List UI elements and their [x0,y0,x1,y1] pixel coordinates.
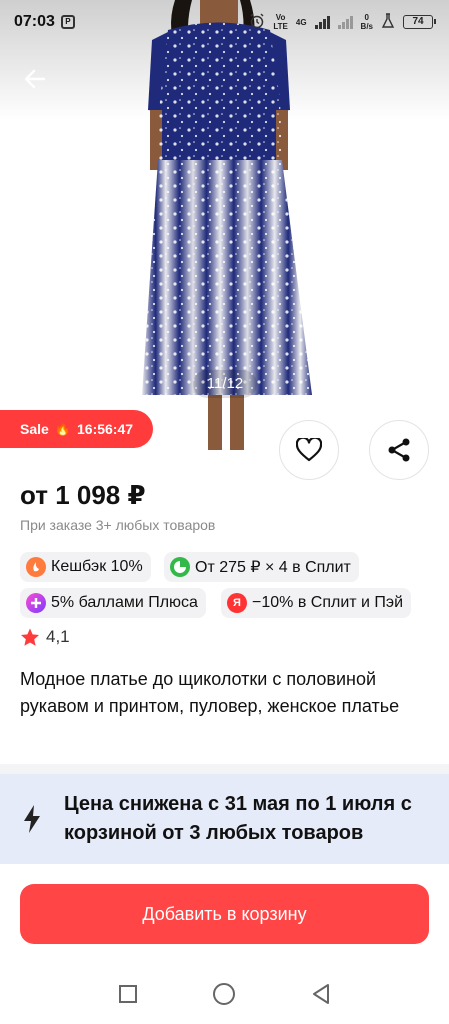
promo-text: Цена снижена с 31 мая по 1 июля с корзин… [64,793,412,844]
section-divider [0,764,449,774]
plus-points-chip[interactable]: 5% баллами Плюса [20,588,206,618]
product-image-gallery[interactable]: 11/12 [0,0,449,450]
split-icon [170,557,190,577]
square-icon [119,985,138,1003]
star-icon [21,628,39,646]
circle-icon [213,983,236,1005]
status-bar: 07:03 P Vo LTE 4G 0 B/s 74 [0,0,449,44]
product-price: от 1 098 ₽ [20,480,146,510]
share-button[interactable] [369,420,429,480]
triangle-back-icon [312,984,329,1004]
system-back-button[interactable] [306,979,336,1009]
add-to-cart-button[interactable]: Добавить в корзину [20,884,429,944]
share-icon [388,438,410,462]
plus-label: 5% баллами Плюса [51,594,198,611]
promo-banner: Цена снижена с 31 мая по 1 июля с корзин… [0,774,449,864]
split-label: От 275 ₽ × 4 в Сплит [195,559,351,576]
arrow-left-icon [24,69,46,89]
status-time: 07:03 [14,13,55,30]
product-rating[interactable]: 4,1 [20,627,70,647]
signal-label: 4G [295,17,307,27]
back-button[interactable] [18,62,52,96]
split-pay-label: −10% в Сплит и Пэй [252,594,404,611]
app-notification-icon: P [60,15,75,29]
cashback-chip[interactable]: Кешбэк 10% [20,552,151,582]
signal-strength-icon [314,15,330,29]
lightning-icon [24,805,40,833]
battery-icon: 74 [403,15,436,29]
rating-value: 4,1 [46,627,70,646]
price-condition: При заказе 3+ любых товаров [20,517,216,533]
status-bar-right: Vo LTE 4G 0 B/s 74 [249,12,436,32]
split-pay-discount-chip[interactable]: Я −10% в Сплит и Пэй [221,588,412,618]
volte-indicator: Vo LTE [273,13,288,31]
recents-button[interactable] [113,979,143,1009]
yandex-icon: Я [227,593,247,613]
plus-icon [26,593,46,613]
split-installment-chip[interactable]: От 275 ₽ × 4 в Сплит [164,552,359,582]
sale-label: Sale [20,421,49,437]
cashback-icon [26,557,46,577]
promo-icon-wrap [0,804,64,834]
signal-strength-2-icon [337,15,353,29]
fire-icon: 🔥 [54,421,71,436]
image-counter: 11/12 [193,370,257,398]
system-nav-bar [0,964,449,1024]
alarm-icon [249,13,265,32]
cashback-label: Кешбэк 10% [51,558,143,575]
heart-icon [296,438,322,462]
status-bar-left: 07:03 P [14,13,75,31]
sale-badge: Sale 🔥 16:56:47 [0,410,153,448]
home-button[interactable] [209,979,239,1009]
product-title: Модное платье до щиколотки с половиной р… [20,669,400,716]
network-speed: 0 B/s [360,13,373,31]
lab-flask-icon [381,12,395,32]
sale-timer: 16:56:47 [77,421,134,437]
favorite-button[interactable] [279,420,339,480]
